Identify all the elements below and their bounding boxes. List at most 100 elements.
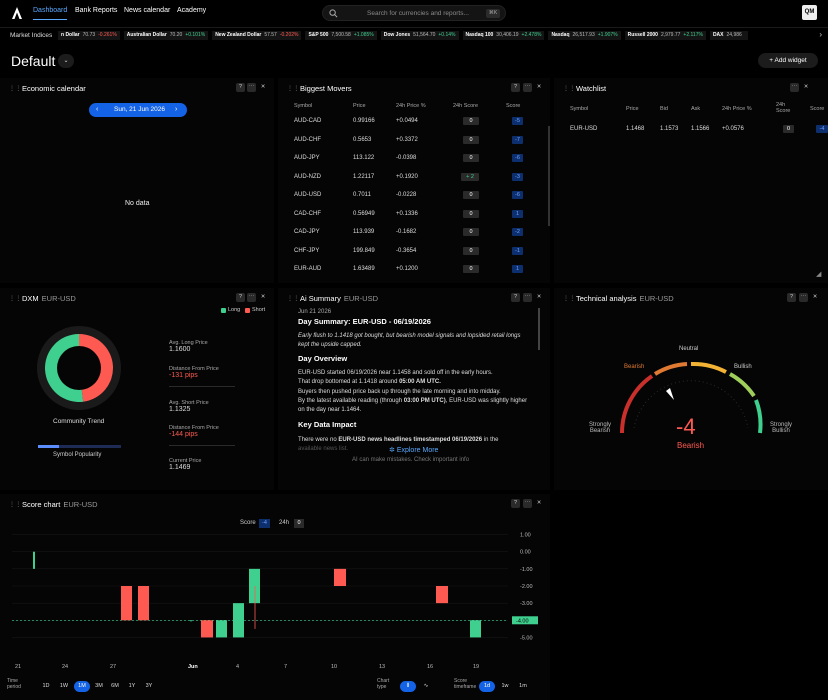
y-tick-label: -3.00: [520, 601, 533, 607]
candle: [470, 620, 481, 638]
mover-symbol[interactable]: EUR-AUD: [294, 266, 321, 272]
ticker-item[interactable]: DAX 24,986: [709, 31, 748, 40]
dashboard-header: Default ⌄ + Add widget: [0, 47, 828, 75]
column-header[interactable]: Symbol: [294, 103, 312, 109]
drag-handle-icon[interactable]: ⋮⋮: [287, 85, 300, 92]
more-icon[interactable]: ⋯: [523, 83, 532, 92]
column-header[interactable]: 24h Price %: [722, 106, 752, 112]
drag-handle-icon[interactable]: ⋮⋮: [9, 295, 22, 302]
close-icon[interactable]: ✕: [535, 499, 543, 508]
mover-symbol[interactable]: AUD-USD: [294, 192, 321, 198]
logo-icon[interactable]: [10, 6, 24, 20]
ticker-item[interactable]: S&P 500 7,500.58 +1.085%: [305, 31, 377, 40]
ticker-item[interactable]: Nasdaq 26,517.93 +1.907%: [548, 31, 621, 40]
info-icon[interactable]: ?: [787, 293, 796, 302]
timeframe-label: Score timeframe: [454, 678, 477, 690]
ticker-item[interactable]: Australian Dollar 70.20 +0.101%: [123, 31, 209, 40]
info-icon[interactable]: ?: [236, 83, 245, 92]
mover-symbol[interactable]: AUD-CAD: [294, 118, 321, 124]
close-icon[interactable]: ✕: [535, 293, 543, 302]
ai-para-5b: EUR-USD news headlines timestamped 06/19…: [338, 437, 483, 443]
info-icon[interactable]: ?: [511, 499, 520, 508]
resize-handle-icon[interactable]: ◢: [816, 270, 821, 278]
more-icon[interactable]: ⋯: [523, 499, 532, 508]
chart-type-candle-button[interactable]: ⫴: [400, 681, 416, 692]
explore-more-link[interactable]: ✲ Explore More: [389, 446, 438, 454]
timeframe-button-1m[interactable]: 1m: [515, 681, 531, 692]
nav-news-calendar[interactable]: News calendar: [124, 7, 170, 14]
drag-handle-icon[interactable]: ⋮⋮: [563, 295, 576, 302]
mover-symbol[interactable]: AUD-CHF: [294, 137, 321, 143]
timeframe-button-1d[interactable]: 1d: [479, 681, 495, 692]
period-button-1d[interactable]: 1D: [38, 681, 54, 692]
column-header[interactable]: Score: [810, 106, 824, 112]
column-header[interactable]: 24h Score: [776, 102, 790, 114]
more-icon[interactable]: ⋯: [790, 83, 799, 92]
period-button-3m[interactable]: 3M: [91, 681, 107, 692]
drag-handle-icon[interactable]: ⋮⋮: [9, 85, 22, 92]
drag-handle-icon[interactable]: ⋮⋮: [563, 85, 576, 92]
mover-symbol[interactable]: AUD-NZD: [294, 174, 321, 180]
mover-symbol[interactable]: AUD-JPY: [294, 155, 320, 161]
scrollbar[interactable]: [548, 126, 550, 226]
column-header[interactable]: 24h Price %: [396, 103, 426, 109]
info-icon[interactable]: ?: [236, 293, 245, 302]
date-picker[interactable]: ‹ Sun, 21 Jun 2026 ›: [89, 103, 187, 117]
ticker-item[interactable]: Nasdaq 100 30,406.19 +2.478%: [462, 31, 545, 40]
more-icon[interactable]: ⋯: [247, 83, 256, 92]
watch-s[interactable]: EUR-USD: [570, 126, 597, 132]
nav-bank-reports[interactable]: Bank Reports: [75, 7, 117, 14]
column-header[interactable]: Bid: [660, 106, 668, 112]
mover-symbol[interactable]: CAD-JPY: [294, 229, 320, 235]
period-button-1y[interactable]: 1Y: [124, 681, 140, 692]
more-icon[interactable]: ⋯: [247, 293, 256, 302]
ticker-item[interactable]: Dow Jones 51,564.70 +0.14%: [380, 31, 459, 40]
close-icon[interactable]: ✕: [259, 293, 267, 302]
mover-score: -7: [512, 135, 523, 144]
ticker-item[interactable]: Russell 2000 2,979.77 +2.117%: [624, 31, 706, 40]
column-header[interactable]: 24h Score: [453, 103, 478, 109]
chevron-right-icon[interactable]: ›: [175, 106, 177, 113]
info-icon[interactable]: ?: [511, 83, 520, 92]
scrollbar[interactable]: [538, 308, 540, 350]
mover-score: 1: [512, 265, 523, 273]
mover-price: 0.7011: [353, 192, 371, 198]
candle: [33, 551, 35, 569]
mover-symbol[interactable]: CAD-CHF: [294, 211, 321, 217]
gauge-label-bearish: Bearish: [624, 364, 645, 370]
chevron-down-icon[interactable]: ⌄: [58, 54, 74, 68]
info-icon[interactable]: ?: [511, 293, 520, 302]
close-icon[interactable]: ✕: [259, 83, 267, 92]
more-icon[interactable]: ⋯: [799, 293, 808, 302]
score-chart: 1.000.00-1.00-2.00-3.00-4.00-5.00-4.0021…: [12, 533, 538, 670]
chevron-right-icon[interactable]: ›: [819, 30, 822, 39]
column-header[interactable]: Symbol: [570, 106, 588, 112]
chart-type-line-button[interactable]: ∿: [418, 681, 434, 692]
column-header[interactable]: Score: [506, 103, 520, 109]
drag-handle-icon[interactable]: ⋮⋮: [9, 501, 22, 508]
search-input[interactable]: Search for currencies and reports... ⌘K: [322, 5, 506, 21]
y-tick-label: -2.00: [520, 584, 533, 590]
period-button-1m[interactable]: 1M: [74, 681, 90, 692]
timeframe-button-1w[interactable]: 1w: [497, 681, 513, 692]
chevron-left-icon[interactable]: ‹: [96, 106, 98, 113]
column-header[interactable]: Ask: [691, 106, 700, 112]
ticker-item[interactable]: n Dollar 70.73 -0.261%: [58, 31, 120, 40]
close-icon[interactable]: ✕: [811, 293, 819, 302]
nav-academy[interactable]: Academy: [177, 7, 206, 14]
mover-symbol[interactable]: CHF-JPY: [294, 248, 319, 254]
column-header[interactable]: Price: [626, 106, 639, 112]
period-button-6m[interactable]: 6M: [107, 681, 123, 692]
period-button-3y[interactable]: 3Y: [141, 681, 157, 692]
y-tick-label: 0.00: [520, 550, 531, 556]
period-button-1w[interactable]: 1W: [56, 681, 72, 692]
drag-handle-icon[interactable]: ⋮⋮: [287, 295, 300, 302]
close-icon[interactable]: ✕: [802, 83, 810, 92]
avatar[interactable]: QM: [802, 5, 817, 20]
column-header[interactable]: Price: [353, 103, 366, 109]
more-icon[interactable]: ⋯: [523, 293, 532, 302]
ticker-item[interactable]: New Zealand Dollar 57.57 -0.202%: [212, 31, 302, 40]
close-icon[interactable]: ✕: [535, 83, 543, 92]
nav-dashboard[interactable]: Dashboard: [33, 7, 68, 20]
add-widget-button[interactable]: + Add widget: [758, 53, 818, 68]
